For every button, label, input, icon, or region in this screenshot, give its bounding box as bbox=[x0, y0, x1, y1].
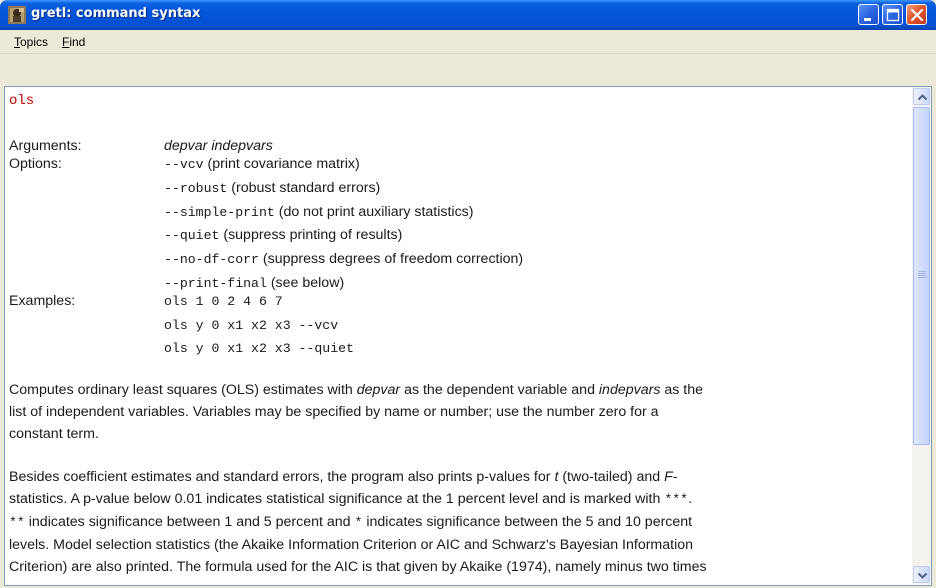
option-desc: (see below) bbox=[266, 274, 345, 291]
option-item: --simple-print (do not print auxiliary s… bbox=[164, 201, 523, 225]
examples-label: Examples: bbox=[9, 293, 76, 309]
close-button[interactable] bbox=[906, 4, 927, 25]
option-desc: (do not print auxiliary statistics) bbox=[274, 203, 474, 220]
minimize-icon bbox=[864, 18, 871, 21]
description-paragraph-2: Besides coefficient estimates and standa… bbox=[9, 466, 905, 578]
option-flag: --robust bbox=[164, 180, 228, 196]
options-label: Options: bbox=[9, 156, 62, 172]
description-paragraph-1: Computes ordinary least squares (OLS) es… bbox=[9, 379, 905, 445]
menu-topics-label: opics bbox=[20, 35, 49, 49]
sig-marker-2: ** bbox=[9, 515, 25, 530]
example-line: ols y 0 x1 x2 x3 --quiet bbox=[164, 341, 354, 356]
option-desc: (print covariance matrix) bbox=[203, 156, 360, 172]
scroll-up-arrow-icon bbox=[917, 94, 928, 101]
sig-marker-3: *** bbox=[664, 492, 689, 507]
window-title: gretl: command syntax bbox=[31, 6, 201, 21]
help-content: ols Arguments: depvar indepvars Options:… bbox=[9, 91, 909, 584]
minimize-button[interactable] bbox=[858, 4, 879, 25]
option-flag: --vcv bbox=[164, 157, 204, 172]
paragraph-line: constant term. bbox=[9, 426, 99, 442]
paragraph-line: ** indicates significance between 1 and … bbox=[9, 514, 693, 530]
menu-topics[interactable]: Topics bbox=[14, 35, 48, 49]
option-desc: (suppress printing of results) bbox=[219, 227, 403, 244]
example-line: ols y 0 x1 x2 x3 --vcv bbox=[164, 317, 339, 333]
option-desc: (robust standard errors) bbox=[227, 179, 381, 196]
paragraph-line: levels. Model selection statistics (the … bbox=[9, 537, 694, 553]
option-flag: --quiet bbox=[164, 228, 220, 244]
scroll-up-button[interactable] bbox=[913, 88, 930, 105]
thumb-grip bbox=[918, 275, 926, 276]
scroll-down-arrow-icon bbox=[917, 572, 928, 579]
maximize-button[interactable] bbox=[882, 4, 903, 25]
scroll-down-button[interactable] bbox=[913, 566, 930, 583]
option-flag: --print-final bbox=[164, 275, 267, 291]
term-f: F bbox=[664, 469, 673, 485]
thumb-grip bbox=[918, 271, 926, 272]
thumb-grip bbox=[918, 277, 926, 278]
option-flag: --no-df-corr bbox=[164, 252, 259, 268]
paragraph-line: list of independent variables. Variables… bbox=[9, 404, 659, 420]
option-item: --vcv (print covariance matrix) bbox=[164, 153, 523, 177]
examples-list: ols 1 0 2 4 6 7 ols y 0 x1 x2 x3 --vcv o… bbox=[164, 290, 354, 361]
maximize-icon bbox=[886, 8, 900, 22]
term-indepvars: indepvars bbox=[598, 382, 661, 398]
menu-find-label: ind bbox=[69, 35, 86, 49]
command-name: ols bbox=[9, 93, 35, 109]
example-line: ols 1 0 2 4 6 7 bbox=[164, 294, 283, 309]
menu-find[interactable]: Find bbox=[62, 35, 85, 49]
options-list: --vcv (print covariance matrix) --robust… bbox=[164, 153, 523, 296]
option-item: --robust (robust standard errors) bbox=[164, 177, 523, 201]
scroll-thumb[interactable] bbox=[913, 107, 930, 445]
vertical-scrollbar[interactable] bbox=[912, 87, 931, 584]
option-item: --no-df-corr (suppress degrees of freedo… bbox=[164, 248, 523, 272]
paragraph-line: Besides coefficient estimates and standa… bbox=[9, 469, 678, 485]
thumb-grip bbox=[918, 273, 926, 274]
gretl-icon bbox=[8, 6, 26, 24]
title-bar[interactable]: gretl: command syntax bbox=[0, 0, 936, 30]
close-icon bbox=[910, 8, 924, 22]
paragraph-line: Criterion) are also printed. The formula… bbox=[9, 559, 707, 575]
paragraph-line: statistics. A p-value below 0.01 indicat… bbox=[9, 491, 693, 507]
option-desc: (suppress degrees of freedom correction) bbox=[258, 251, 524, 268]
menu-bar: Topics Find bbox=[0, 30, 936, 54]
term-depvar: depvar bbox=[356, 382, 401, 398]
option-item: --quiet (suppress printing of results) bbox=[164, 224, 523, 248]
option-flag: --simple-print bbox=[164, 204, 275, 220]
paragraph-line: Computes ordinary least squares (OLS) es… bbox=[9, 382, 704, 398]
help-window: gretl: command syntax Topics Find ols Ar… bbox=[0, 0, 936, 588]
